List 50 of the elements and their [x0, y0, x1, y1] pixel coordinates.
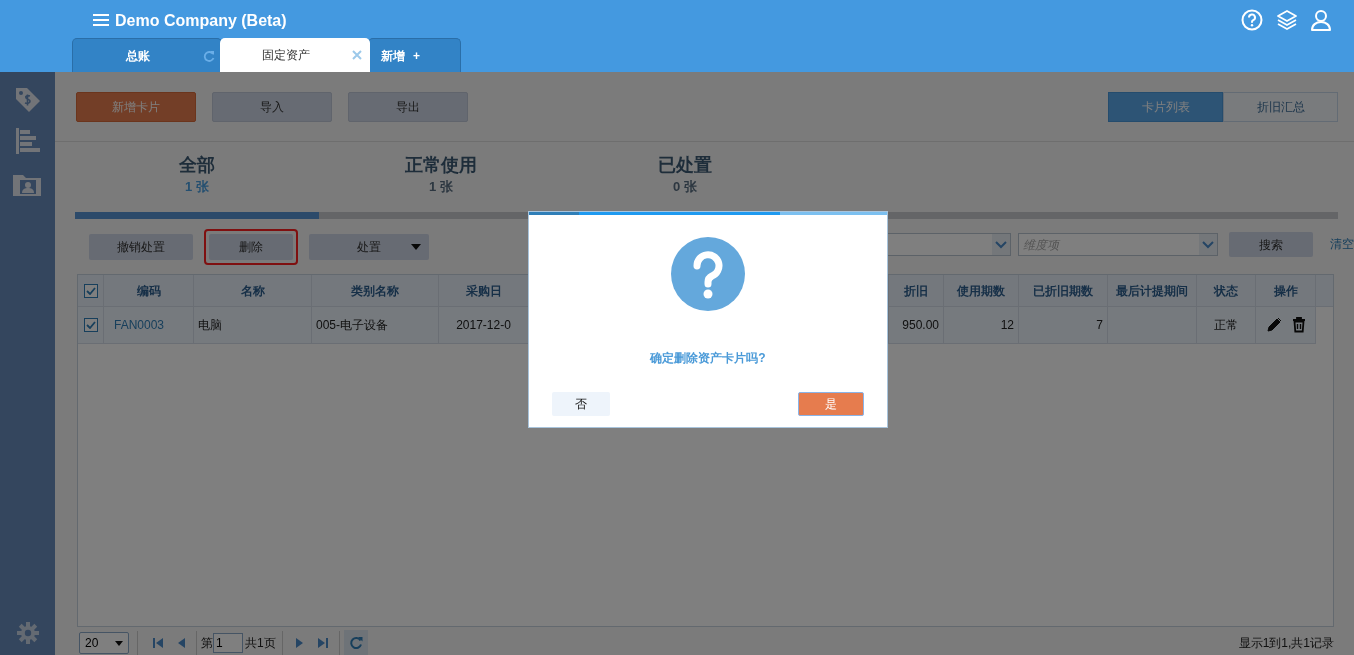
clear-link[interactable]: 清空	[1330, 235, 1354, 253]
total-pages: 共1页	[245, 635, 276, 652]
action-button[interactable]: 删除	[209, 233, 293, 260]
record-summary: 显示1到1,共1记录	[1238, 635, 1334, 652]
summary-count: 1 张	[429, 178, 453, 196]
toolbar-button[interactable]: 新增卡片	[76, 91, 196, 122]
cancel-button[interactable]: 否	[552, 392, 610, 416]
view-toggle[interactable]: 卡片列表	[1108, 91, 1223, 122]
column-header: 采购日	[465, 282, 502, 300]
code-link[interactable]: FAN0003	[114, 316, 165, 334]
view-toggle[interactable]: 折旧汇总	[1223, 91, 1338, 122]
dialog-message: 确定删除资产卡片吗?	[650, 350, 766, 367]
confirm-button[interactable]: 是	[798, 392, 864, 416]
column-header: 编码	[136, 282, 161, 300]
page-label: 第	[201, 635, 213, 652]
summary-tab[interactable]: 全部 1 张	[75, 153, 319, 212]
column-header: 类别名称	[351, 282, 399, 300]
table-cell-text: 7	[1096, 317, 1103, 334]
summary-tab[interactable]: 正常使用 1 张	[319, 153, 563, 212]
table-cell-text: 005-电子设备	[316, 317, 389, 334]
table-cell-text: 2017-12-0	[456, 317, 511, 334]
table-cell-text: 12	[1000, 317, 1014, 334]
column-header: 使用期数	[957, 282, 1005, 300]
column-header: 名称	[240, 282, 265, 300]
company-title: Demo Company (Beta)	[115, 11, 287, 31]
search-button[interactable]: 搜索	[1229, 232, 1313, 257]
plus-sign[interactable]: +	[413, 46, 420, 65]
tab[interactable]: 总账	[72, 38, 222, 72]
summary-title: 正常使用	[405, 154, 477, 177]
dropdown-button[interactable]: 处置	[309, 233, 429, 260]
summary-count: 0 张	[673, 178, 697, 196]
column-header: 最后计提期间	[1116, 282, 1188, 300]
tab[interactable]: 固定资产	[220, 38, 370, 72]
summary-count: 1 张	[185, 178, 209, 196]
column-header: 状态	[1214, 282, 1238, 300]
column-header: 折旧	[904, 282, 928, 300]
toolbar-button[interactable]: 导入	[212, 91, 332, 122]
page-input[interactable]: 1	[213, 633, 243, 653]
table-cell-text: 950.00	[902, 317, 939, 334]
table-cell-text: 电脑	[198, 317, 222, 334]
summary-title: 全部	[179, 154, 215, 177]
column-header: 操作	[1273, 282, 1298, 300]
summary-tab[interactable]: 已处置 0 张	[563, 153, 807, 212]
page-size-select[interactable]: 20	[79, 632, 129, 654]
summary-title: 已处置	[658, 154, 712, 177]
column-header: 已折旧期数	[1033, 282, 1093, 300]
toolbar-button[interactable]: 导出	[348, 91, 468, 122]
tab[interactable]: 新增 +	[368, 38, 461, 72]
action-button[interactable]: 撤销处置	[89, 233, 193, 260]
table-cell-text: 正常	[1214, 317, 1238, 334]
